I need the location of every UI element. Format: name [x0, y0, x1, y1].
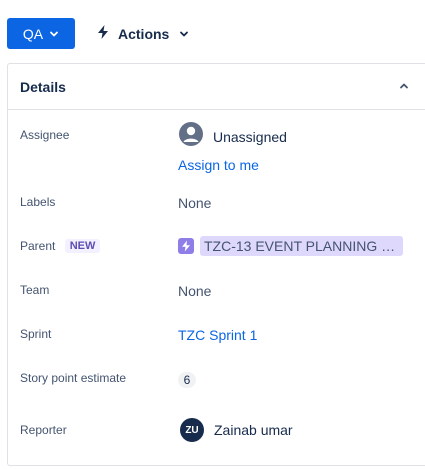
details-panel: Details Assignee Unassigned Assign to me… — [7, 63, 425, 466]
assignee-value: Unassigned — [213, 128, 287, 145]
actions-dropdown-button[interactable]: Actions — [92, 18, 196, 49]
reporter-label: Reporter — [20, 423, 67, 437]
story-points-label: Story point estimate — [20, 371, 127, 385]
sprint-value-link[interactable]: TZC Sprint 1 — [178, 327, 257, 343]
assign-to-me-link[interactable]: Assign to me — [178, 157, 259, 173]
lightning-icon — [96, 24, 110, 43]
story-points-value[interactable]: 6 — [178, 372, 196, 388]
actions-label: Actions — [118, 25, 170, 42]
labels-label: Labels — [20, 195, 56, 209]
reporter-avatar: ZU — [180, 418, 204, 442]
chevron-down-icon — [179, 26, 189, 42]
labels-value[interactable]: None — [178, 195, 211, 211]
user-avatar-icon — [178, 121, 204, 152]
parent-label-group: Parent NEW — [20, 239, 101, 253]
new-badge: NEW — [64, 239, 101, 253]
status-label: QA — [22, 25, 44, 42]
team-label: Team — [20, 283, 50, 297]
reporter-value: Zainab umar — [214, 422, 293, 438]
details-title: Details — [20, 78, 66, 95]
parent-label: Parent — [20, 239, 56, 253]
chevron-up-icon[interactable] — [399, 78, 409, 96]
team-value[interactable]: None — [178, 283, 211, 299]
chevron-down-icon — [49, 29, 59, 39]
reporter-field[interactable]: ZU Zainab umar — [180, 418, 293, 442]
assignee-label: Assignee — [20, 128, 70, 142]
parent-value: TZC-13 EVENT PLANNING WEBSITE — [200, 236, 403, 256]
sprint-label: Sprint — [20, 327, 52, 341]
status-dropdown-button[interactable]: QA — [7, 18, 75, 49]
assignee-field[interactable]: Unassigned — [178, 121, 287, 152]
epic-lightning-icon — [178, 238, 194, 254]
parent-link-chip[interactable]: TZC-13 EVENT PLANNING WEBSITE — [178, 236, 403, 256]
details-panel-header[interactable]: Details — [8, 64, 425, 110]
